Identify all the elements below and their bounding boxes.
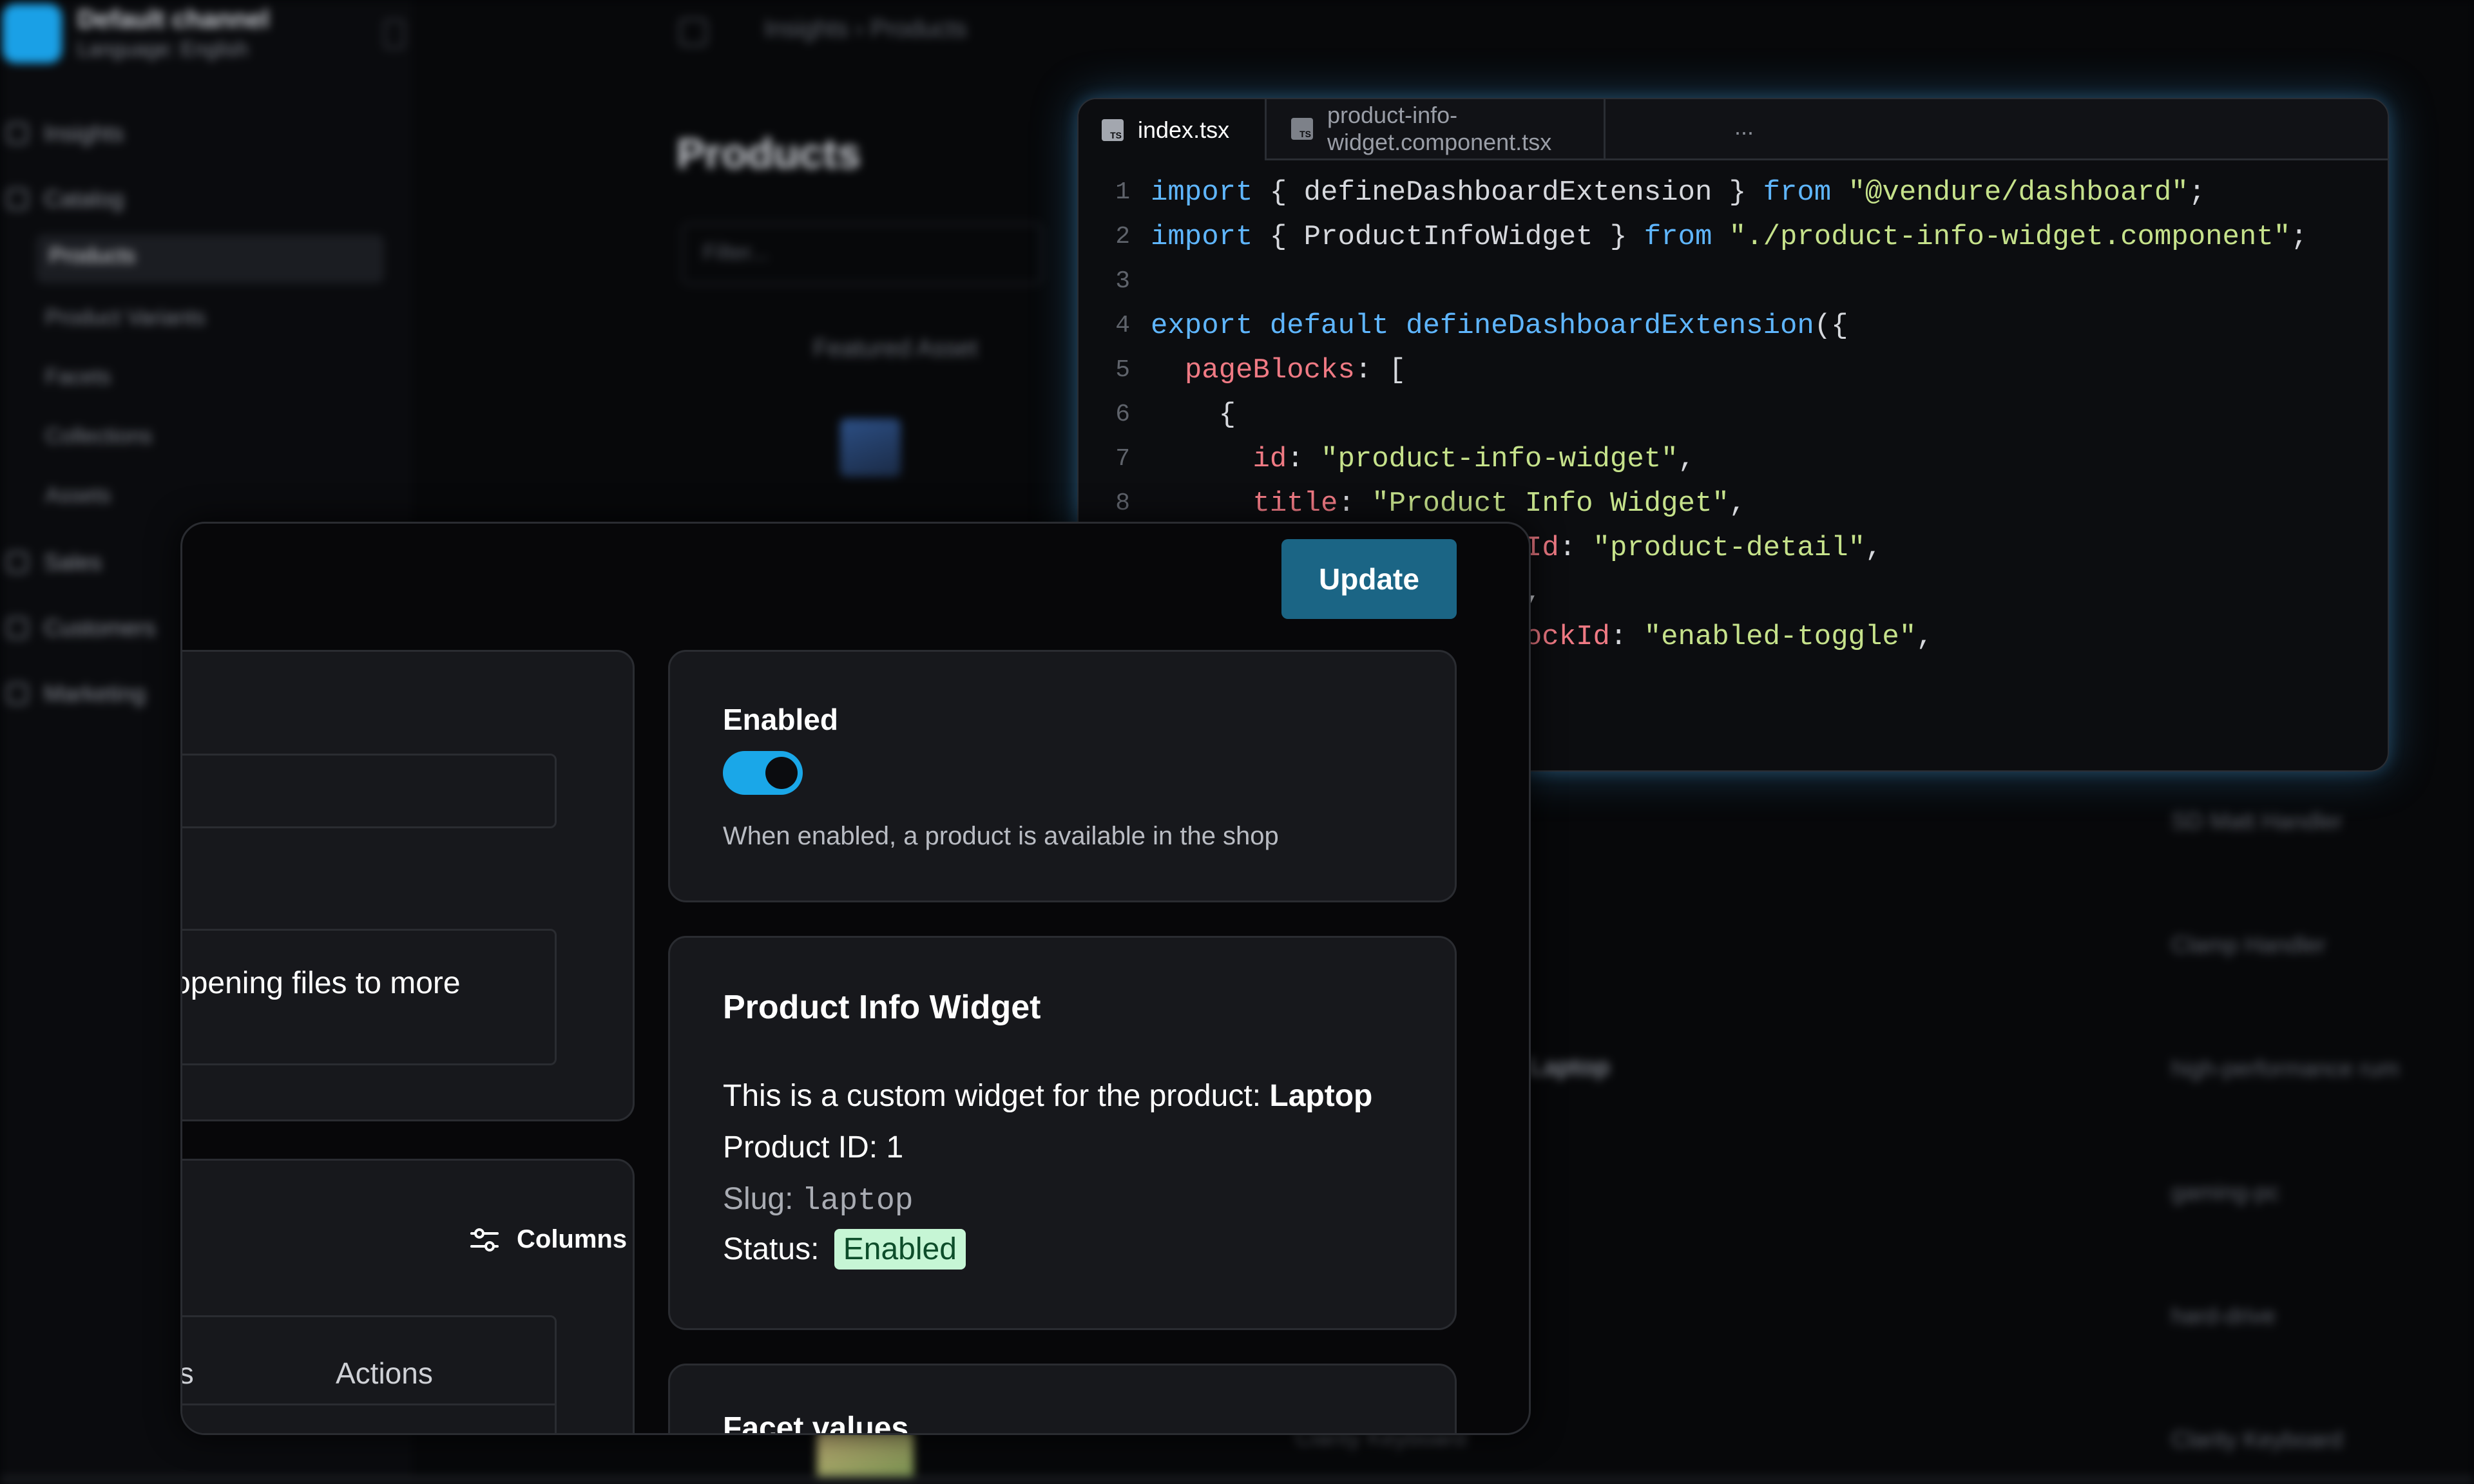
filter-input[interactable]: Filter... (682, 223, 1042, 285)
table-cell-slug: Clarity Keyboard (2171, 1426, 2343, 1452)
facet-values-card: Facet values (668, 1364, 1457, 1435)
product-id: 1 (886, 1130, 904, 1165)
column-header-actions[interactable]: Actions (336, 1356, 433, 1391)
breadcrumb: Insights › Products (764, 15, 967, 43)
line-content: import { defineDashboardExtension } from… (1151, 176, 2206, 209)
line-content: id: "product-info-widget", (1252, 443, 1695, 475)
page-title: Products (676, 129, 861, 177)
tab-label: product-info-widget.component.tsx (1327, 102, 1552, 155)
line-number: 1 (1115, 178, 1130, 206)
update-button[interactable]: Update (1281, 539, 1457, 619)
table-cell-slug: hard-drive (2171, 1302, 2276, 1329)
bottom-bar (0, 1476, 2474, 1484)
table-cell-slug: Clamp Handler (2171, 931, 2326, 958)
sidebar-item-customers[interactable]: Customers (6, 614, 156, 642)
sidebar-subitem-product-variants[interactable]: Product Variants (45, 305, 206, 330)
product-slug: laptop (801, 1184, 914, 1219)
sidebar-subitem-assets[interactable]: Assets (45, 483, 111, 508)
tab-label: index.tsx (1138, 116, 1230, 143)
line-content: { (1151, 399, 1236, 431)
line-number: 5 (1115, 356, 1130, 384)
variants-table: vels Actions (182, 1315, 557, 1433)
language-label: Language: English (77, 37, 249, 61)
status-line: Status: Enabled (723, 1229, 966, 1270)
sidebar-item-insights[interactable]: Insights (6, 120, 124, 147)
sidebar-subitem-products[interactable]: Products (36, 234, 384, 283)
line-number: 8 (1115, 490, 1130, 517)
sliders-icon (470, 1228, 499, 1251)
sidebar-subitem-collections[interactable]: Collections (45, 424, 152, 449)
panel-icon[interactable] (679, 18, 707, 46)
table-cell-slug: gaming-pc (2171, 1179, 2280, 1205)
product-info-widget-card: Product Info Widget This is a custom wid… (668, 936, 1457, 1330)
line-number: 7 (1115, 445, 1130, 473)
line-number: 4 (1115, 312, 1130, 339)
variants-card: Columns vels Actions (182, 1159, 708, 1433)
enabled-toggle[interactable] (723, 751, 803, 795)
product-detail-dialog: Update opening files to more Columns vel… (180, 522, 1531, 1435)
name-input[interactable] (182, 754, 557, 828)
table-cell-name: Laptop (1528, 1054, 1610, 1081)
toggle-knob (765, 757, 798, 789)
line-content: import { ProductInfoWidget } from "./pro… (1151, 221, 2308, 253)
more-tabs-icon[interactable]: ... (1734, 113, 1754, 140)
catalog-icon (6, 188, 28, 210)
customers-icon (6, 617, 28, 639)
slug-line: Slug: laptop (723, 1182, 914, 1219)
channel-logo (3, 4, 62, 63)
divider (182, 1403, 555, 1405)
status-badge: Enabled (834, 1229, 966, 1270)
columns-button[interactable]: Columns (469, 1225, 627, 1254)
column-header-featured-asset: Featured Asset (813, 335, 978, 362)
description-text: opening files to more (180, 966, 461, 1000)
column-header-stock-levels[interactable]: vels (182, 1356, 194, 1391)
line-content: pageBlocks: [ (1184, 354, 1406, 386)
sidebar-item-catalog[interactable]: Catalog (6, 186, 124, 213)
product-id-line: Product ID: 1 (723, 1130, 904, 1165)
product-name: Laptop (1269, 1079, 1373, 1113)
table-cell-slug: SD Matt Handler (2171, 808, 2343, 834)
insights-icon (6, 122, 28, 144)
typescript-file-icon: TS (1102, 119, 1124, 141)
line-number: 2 (1115, 223, 1130, 251)
marketing-icon (6, 683, 28, 705)
enabled-label: Enabled (723, 703, 838, 736)
sidebar-toggle-icon[interactable] (384, 19, 405, 49)
channel-name: Default channel (77, 5, 269, 33)
enabled-card: Enabled When enabled, a product is avail… (668, 650, 1457, 902)
table-cell-slug: high-performance rum (2171, 1055, 2400, 1081)
enabled-hint: When enabled, a product is available in … (723, 822, 1279, 850)
sales-icon (6, 551, 28, 573)
line-content: title: "Product Info Widget", (1252, 488, 1747, 520)
widget-title: Product Info Widget (723, 989, 1041, 1026)
sidebar-subitem-facets[interactable]: Facets (45, 365, 111, 390)
sidebar-item-marketing[interactable]: Marketing (6, 680, 146, 707)
sidebar-item-sales[interactable]: Sales (6, 549, 102, 576)
tab-index-tsx[interactable]: TS index.tsx (1079, 99, 1267, 160)
typescript-file-icon: TS (1291, 118, 1313, 140)
line-number: 6 (1115, 401, 1130, 428)
line-content: export default defineDashboardExtension(… (1151, 310, 1848, 342)
widget-intro-line: This is a custom widget for the product:… (723, 1079, 1373, 1113)
description-editor[interactable]: opening files to more (180, 929, 557, 1065)
facet-values-label: Facet values (723, 1411, 909, 1435)
product-details-card: opening files to more (180, 650, 635, 1121)
tab-product-info-widget-component[interactable]: TS product-info-widget.component.tsx ... (1267, 99, 1754, 158)
product-thumbnail (840, 419, 901, 477)
editor-tab-bar: TS index.tsx TS product-info-widget.comp… (1079, 99, 2388, 160)
line-number: 3 (1115, 267, 1130, 295)
